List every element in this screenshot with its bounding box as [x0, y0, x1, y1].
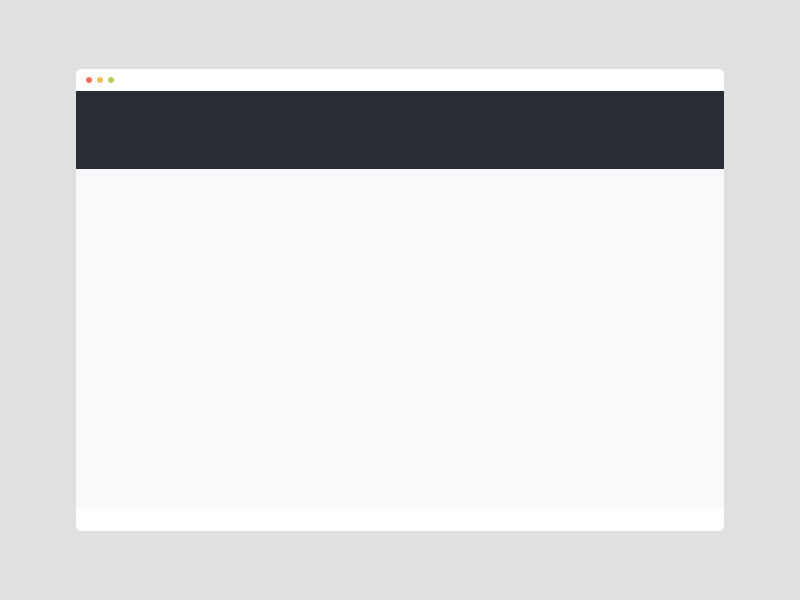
minimize-button[interactable] [97, 77, 103, 83]
header-bar [76, 91, 724, 169]
window-titlebar[interactable] [76, 69, 724, 91]
content-area [76, 169, 724, 509]
app-window [76, 69, 724, 531]
close-button[interactable] [86, 77, 92, 83]
zoom-button[interactable] [108, 77, 114, 83]
footer-bar [76, 509, 724, 531]
